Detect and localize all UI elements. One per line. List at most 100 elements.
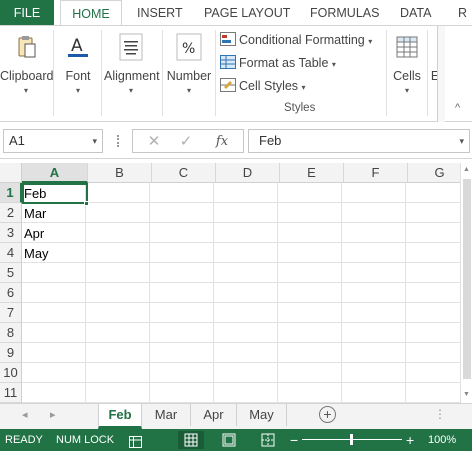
row-header-10[interactable]: 10 — [0, 363, 22, 383]
sheet-tab-may[interactable]: May — [237, 404, 287, 426]
group-separator — [101, 30, 102, 116]
scroll-up-icon[interactable]: ▲ — [463, 166, 470, 173]
group-separator — [162, 30, 163, 116]
styles-group-label: Styles — [284, 102, 316, 114]
sheet-tab-feb[interactable]: Feb — [98, 404, 142, 429]
cell-a2[interactable]: Mar — [24, 204, 46, 224]
enter-icon[interactable]: ✓ — [173, 131, 199, 153]
select-all-corner[interactable] — [0, 163, 22, 183]
formula-buttons: ✕ ✓ fx — [132, 129, 244, 153]
zoom-in-button[interactable]: + — [406, 429, 414, 451]
vertical-scrollbar[interactable]: ▲ ▼ — [460, 163, 472, 403]
format-as-table-label: Format as Table — [239, 56, 329, 70]
alignment-button[interactable]: Alignment ▾ — [104, 32, 160, 95]
cell-a3[interactable]: Apr — [24, 224, 44, 244]
tab-insert[interactable]: INSERT — [137, 0, 183, 26]
cell-styles-button[interactable]: Cell Styles ▾ — [220, 76, 306, 96]
conditional-formatting-label: Conditional Formatting — [239, 33, 365, 47]
chevron-down-icon: ▾ — [186, 86, 191, 95]
chevron-down-icon[interactable]: ▾ — [92, 130, 97, 152]
group-separator — [215, 30, 216, 116]
fill-handle[interactable] — [84, 201, 89, 206]
row-header-11[interactable]: 11 — [0, 383, 22, 403]
column-header-b[interactable]: B — [88, 163, 152, 183]
font-color-icon: A — [63, 32, 93, 62]
row-header-4[interactable]: 4 — [0, 243, 22, 263]
tab-overflow[interactable]: R — [458, 0, 467, 26]
zoom-out-button[interactable]: − — [290, 429, 298, 451]
worksheet-grid: A B C D E F G 1 2 3 4 5 6 7 8 9 10 11 Fe… — [0, 163, 460, 403]
tab-data[interactable]: DATA — [400, 0, 431, 26]
row-header-1[interactable]: 1 — [0, 183, 22, 203]
chevron-down-icon: ▾ — [404, 86, 409, 95]
format-as-table-button[interactable]: Format as Table ▾ — [220, 53, 336, 73]
row-header-6[interactable]: 6 — [0, 283, 22, 303]
sheet-prev-icon[interactable]: ◂ — [22, 408, 28, 421]
chevron-down-icon[interactable]: ▾ — [459, 130, 464, 152]
more-options-icon[interactable]: ⋮ — [434, 407, 446, 421]
column-header-e[interactable]: E — [280, 163, 344, 183]
formula-input[interactable]: Feb ▾ — [248, 129, 470, 153]
normal-view-icon — [184, 433, 198, 447]
table-icon — [220, 55, 236, 69]
number-label: Number — [166, 69, 212, 83]
column-header-f[interactable]: F — [344, 163, 408, 183]
macro-record-icon[interactable] — [129, 434, 142, 448]
cells-button[interactable]: Cells ▾ — [389, 32, 425, 95]
sheet-tab-apr[interactable]: Apr — [191, 404, 237, 426]
active-cell-border — [22, 183, 88, 204]
scrollbar-thumb[interactable] — [463, 179, 471, 379]
ribbon-scroll-edge — [437, 26, 445, 122]
collapse-ribbon-icon[interactable]: ^ — [455, 102, 460, 114]
sheet-tab-bar: ◂ ▸ Feb Mar Apr May + ⋮ — [0, 403, 472, 429]
cells-label: Cells — [393, 69, 421, 83]
status-num-lock: NUM LOCK — [56, 434, 115, 446]
tab-home[interactable]: HOME — [60, 0, 122, 27]
row-header-2[interactable]: 2 — [0, 203, 22, 223]
align-icon — [116, 32, 146, 62]
page-break-view-icon — [261, 433, 275, 447]
normal-view-button[interactable] — [178, 431, 204, 449]
row-header-5[interactable]: 5 — [0, 263, 22, 283]
cell-area[interactable] — [22, 183, 460, 403]
cell-a4[interactable]: May — [24, 244, 49, 264]
page-layout-view-button[interactable] — [216, 431, 242, 449]
column-header-d[interactable]: D — [216, 163, 280, 183]
add-sheet-icon[interactable]: + — [319, 406, 336, 423]
row-header-8[interactable]: 8 — [0, 323, 22, 343]
page-layout-view-icon — [222, 433, 236, 447]
sheet-next-icon[interactable]: ▸ — [50, 408, 56, 421]
clipboard-icon — [11, 32, 41, 62]
chevron-down-icon: ▾ — [368, 37, 373, 46]
font-button[interactable]: A Font ▾ — [58, 32, 98, 95]
zoom-slider-thumb[interactable] — [350, 434, 353, 445]
name-box[interactable]: A1 ▾ — [3, 129, 103, 153]
page-break-view-button[interactable] — [255, 431, 281, 449]
conditional-formatting-button[interactable]: Conditional Formatting ▾ — [220, 30, 372, 50]
zoom-level[interactable]: 100% — [428, 429, 456, 451]
percent-icon: % — [174, 32, 204, 62]
column-header-c[interactable]: C — [152, 163, 216, 183]
chevron-down-icon: ▾ — [75, 86, 80, 95]
number-button[interactable]: % Number ▾ — [165, 32, 213, 95]
cell-styles-icon — [220, 78, 236, 92]
chevron-down-icon: ▾ — [128, 86, 133, 95]
row-header-3[interactable]: 3 — [0, 223, 22, 243]
clipboard-label: Clipboard — [0, 69, 54, 83]
insert-function-icon[interactable]: fx — [209, 131, 235, 153]
clipboard-button[interactable]: Clipboard ▾ — [0, 32, 54, 95]
sheet-tab-mar[interactable]: Mar — [142, 404, 191, 426]
scroll-down-icon[interactable]: ▼ — [463, 391, 470, 398]
chevron-down-icon: ▾ — [301, 83, 306, 92]
column-header-g[interactable]: G — [408, 163, 460, 183]
column-header-a[interactable]: A — [22, 163, 88, 183]
cancel-icon[interactable]: ✕ — [141, 131, 167, 153]
tab-file[interactable]: FILE — [0, 0, 54, 26]
formula-content: Feb — [259, 133, 282, 148]
tab-formulas[interactable]: FORMULAS — [310, 0, 379, 26]
tab-page-layout[interactable]: PAGE LAYOUT — [204, 0, 290, 26]
row-header-9[interactable]: 9 — [0, 343, 22, 363]
formula-bar-grip[interactable] — [117, 135, 120, 147]
row-header-7[interactable]: 7 — [0, 303, 22, 323]
ribbon-home: Clipboard ▾ A Font ▾ Alignment ▾ % Numbe… — [0, 26, 472, 122]
